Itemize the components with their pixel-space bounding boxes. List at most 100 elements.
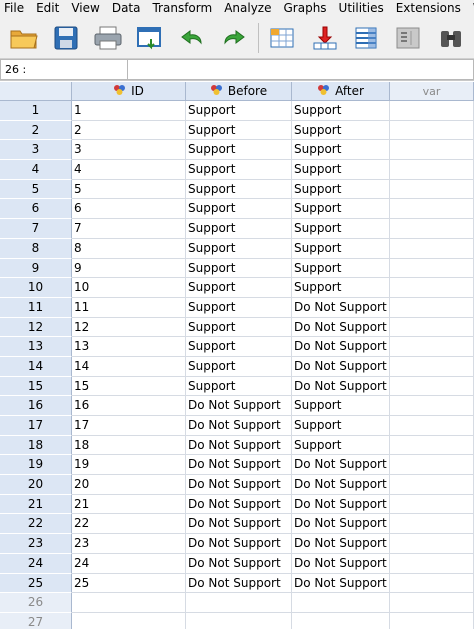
cell-id[interactable]: 1 xyxy=(72,101,186,121)
cell-before[interactable]: Do Not Support xyxy=(186,455,292,476)
cell-var[interactable] xyxy=(390,219,474,239)
cell-before[interactable]: Support xyxy=(186,278,292,298)
cell-after[interactable]: Do Not Support xyxy=(292,514,390,535)
cell-var[interactable] xyxy=(390,534,474,554)
cell-var[interactable] xyxy=(390,416,474,436)
cell-var[interactable] xyxy=(390,494,474,515)
cell-id[interactable]: 7 xyxy=(72,219,186,239)
row-number[interactable]: 3 xyxy=(0,140,72,161)
cell-var[interactable] xyxy=(390,376,474,397)
cell-id[interactable]: 11 xyxy=(72,297,186,318)
cell-after[interactable]: Support xyxy=(292,435,390,456)
cell-id[interactable]: 2 xyxy=(72,120,186,141)
cell-after[interactable]: Support xyxy=(292,416,390,436)
cell-var[interactable] xyxy=(390,455,474,476)
cell-var[interactable] xyxy=(390,337,474,357)
cell-after[interactable]: Support xyxy=(292,238,390,259)
column-header-after[interactable]: After xyxy=(292,82,390,101)
menu-utilities[interactable]: Utilities xyxy=(335,0,388,17)
cell-var[interactable] xyxy=(390,199,474,220)
cell-var[interactable] xyxy=(390,514,474,535)
run-descriptives-icon[interactable] xyxy=(391,22,427,54)
cell-after[interactable]: Support xyxy=(292,179,390,200)
cell-after[interactable]: Do Not Support xyxy=(292,297,390,318)
cell-id[interactable]: 23 xyxy=(72,534,186,554)
cell-var[interactable] xyxy=(390,258,474,279)
cell-after[interactable]: Support xyxy=(292,160,390,180)
cell-id[interactable]: 13 xyxy=(72,337,186,357)
row-number[interactable]: 9 xyxy=(0,258,72,279)
cell-before[interactable]: Support xyxy=(186,160,292,180)
redo-icon[interactable] xyxy=(216,22,252,54)
cell-var[interactable] xyxy=(390,553,474,574)
row-number[interactable]: 24 xyxy=(0,553,72,574)
column-header-id[interactable]: ID xyxy=(72,82,186,101)
row-number[interactable]: 12 xyxy=(0,317,72,338)
row-number[interactable]: 14 xyxy=(0,356,72,377)
cell-before[interactable]: Do Not Support xyxy=(186,573,292,594)
cell-id[interactable] xyxy=(72,593,186,613)
row-number[interactable]: 5 xyxy=(0,179,72,200)
menu-window[interactable]: W xyxy=(469,0,474,17)
cell-after[interactable]: Support xyxy=(292,278,390,298)
cell-var[interactable] xyxy=(390,297,474,318)
menu-data[interactable]: Data xyxy=(108,0,145,17)
cell-before[interactable]: Support xyxy=(186,179,292,200)
row-number[interactable]: 6 xyxy=(0,199,72,220)
cell-before[interactable] xyxy=(186,593,292,613)
cell-before[interactable]: Do Not Support xyxy=(186,435,292,456)
cell-id[interactable]: 15 xyxy=(72,376,186,397)
row-number[interactable]: 15 xyxy=(0,376,72,397)
cell-var[interactable] xyxy=(390,179,474,200)
row-number[interactable]: 17 xyxy=(0,416,72,436)
grid-corner[interactable] xyxy=(0,82,72,101)
variables-icon[interactable] xyxy=(349,22,385,54)
goto-case-icon[interactable] xyxy=(265,22,301,54)
row-number[interactable]: 13 xyxy=(0,337,72,357)
cell-id[interactable]: 19 xyxy=(72,455,186,476)
column-header-before[interactable]: Before xyxy=(186,82,292,101)
row-number[interactable]: 4 xyxy=(0,160,72,180)
cell-after[interactable]: Do Not Support xyxy=(292,317,390,338)
cell-id[interactable]: 22 xyxy=(72,514,186,535)
cell-after[interactable]: Do Not Support xyxy=(292,573,390,594)
cell-after[interactable]: Do Not Support xyxy=(292,337,390,357)
cell-var[interactable] xyxy=(390,140,474,161)
cell-id[interactable] xyxy=(72,612,186,629)
cell-var[interactable] xyxy=(390,356,474,377)
find-icon[interactable] xyxy=(433,22,469,54)
cell-var[interactable] xyxy=(390,475,474,495)
row-number[interactable]: 1 xyxy=(0,101,72,121)
cell-before[interactable]: Support xyxy=(186,120,292,141)
cell-before[interactable]: Support xyxy=(186,199,292,220)
cell-id[interactable]: 17 xyxy=(72,416,186,436)
cell-var[interactable] xyxy=(390,612,474,629)
cell-id[interactable]: 10 xyxy=(72,278,186,298)
cell-address-field[interactable]: 26 : xyxy=(0,59,128,80)
cell-after[interactable] xyxy=(292,593,390,613)
cell-after[interactable]: Support xyxy=(292,258,390,279)
row-number[interactable]: 8 xyxy=(0,238,72,259)
cell-var[interactable] xyxy=(390,435,474,456)
row-number[interactable]: 19 xyxy=(0,455,72,476)
cell-before[interactable]: Do Not Support xyxy=(186,494,292,515)
cell-id[interactable]: 24 xyxy=(72,553,186,574)
dialog-recall-icon[interactable] xyxy=(132,22,168,54)
cell-before[interactable]: Do Not Support xyxy=(186,534,292,554)
cell-before[interactable]: Support xyxy=(186,297,292,318)
cell-after[interactable]: Support xyxy=(292,219,390,239)
row-number[interactable]: 11 xyxy=(0,297,72,318)
cell-after[interactable]: Do Not Support xyxy=(292,494,390,515)
cell-before[interactable]: Support xyxy=(186,356,292,377)
cell-after[interactable]: Support xyxy=(292,120,390,141)
cell-var[interactable] xyxy=(390,317,474,338)
cell-var[interactable] xyxy=(390,101,474,121)
menu-extensions[interactable]: Extensions xyxy=(392,0,465,17)
cell-before[interactable]: Support xyxy=(186,238,292,259)
cell-before[interactable]: Do Not Support xyxy=(186,475,292,495)
cell-id[interactable]: 16 xyxy=(72,396,186,416)
row-number[interactable]: 27 xyxy=(0,612,72,629)
row-number[interactable]: 7 xyxy=(0,219,72,239)
cell-before[interactable]: Support xyxy=(186,317,292,338)
cell-id[interactable]: 4 xyxy=(72,160,186,180)
